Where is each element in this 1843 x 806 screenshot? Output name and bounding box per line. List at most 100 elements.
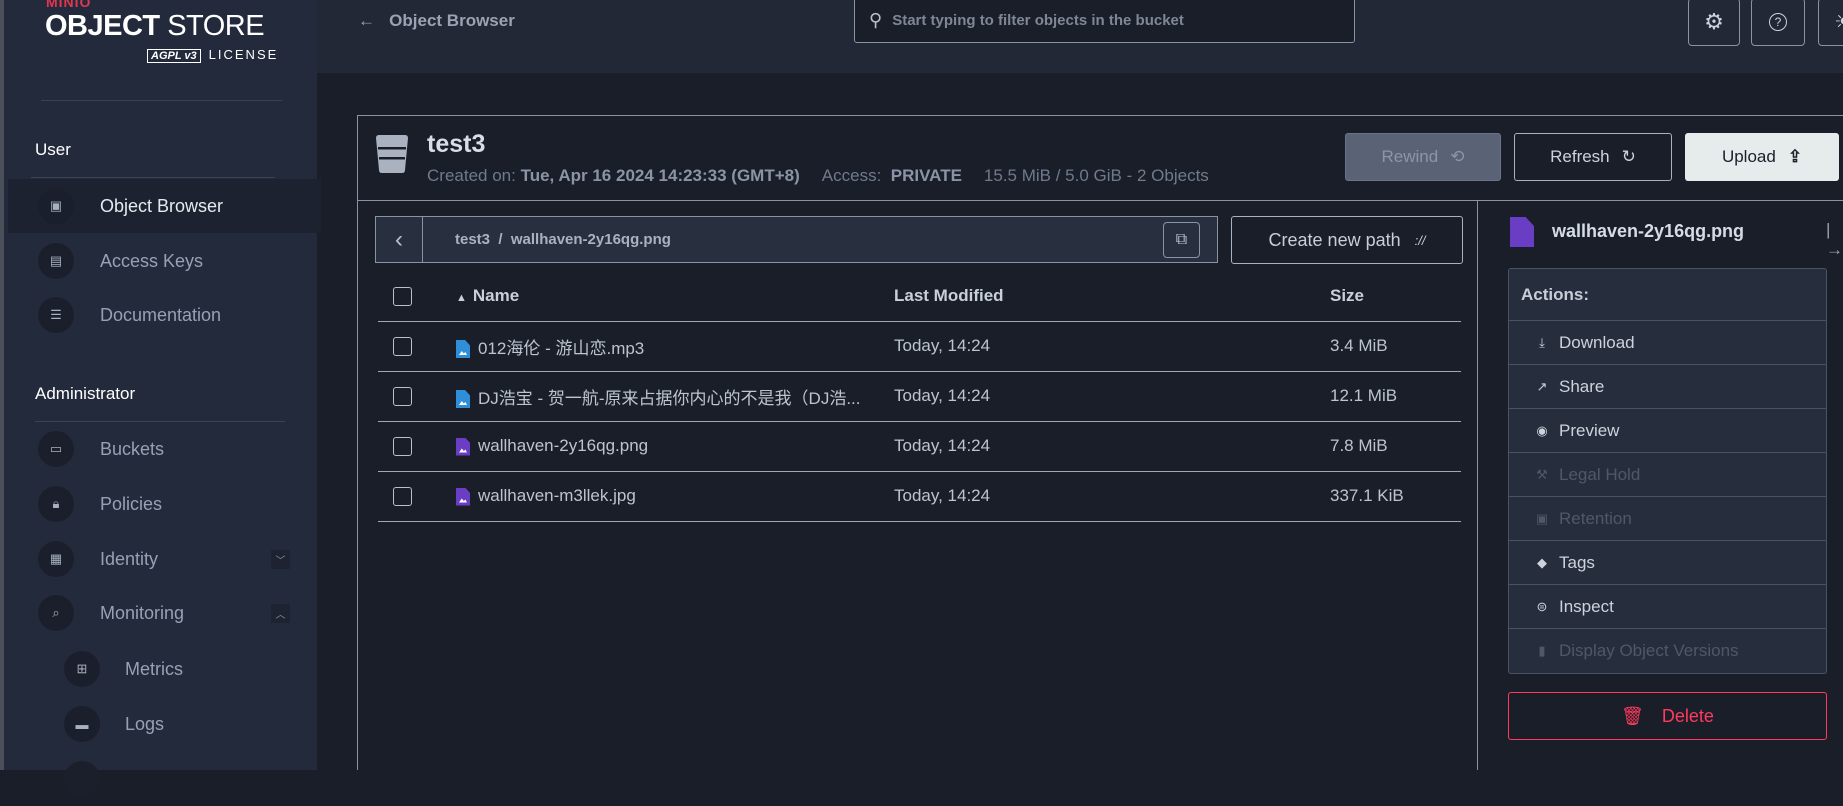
object-title: wallhaven-2y16qg.png (1552, 221, 1745, 241)
back-label: Object Browser (389, 11, 515, 30)
action-tags[interactable]: ◆ Tags (1509, 541, 1826, 585)
table-header: ▲ Name Last Modified Size (378, 272, 1461, 322)
help-icon: ? (1769, 13, 1787, 31)
row-checkbox[interactable] (393, 437, 412, 456)
trash-icon: 🗑︎ (1621, 705, 1644, 726)
sidebar: MINIO OBJECT STORE AGPL v3 LICENSE User ▣… (0, 0, 321, 797)
create-new-path-button[interactable]: Create new path:// (1231, 216, 1463, 264)
column-name[interactable]: ▲ Name (456, 272, 894, 322)
help-button[interactable]: ? (1751, 0, 1805, 46)
monitoring-icon: ⌕ (38, 595, 74, 631)
sidebar-item-label: Monitoring (100, 602, 185, 623)
row-checkbox[interactable] (393, 487, 412, 506)
delete-button[interactable]: 🗑︎ Delete (1508, 692, 1827, 740)
file-name: DJ浩宝 - 贺一航-原来占据你内心的不是我（DJ浩... (478, 388, 861, 408)
file-modified: Today, 14:24 (894, 421, 1330, 472)
agpl-badge: AGPL v3 (147, 49, 201, 63)
license-label: AGPL v3 LICENSE (147, 47, 278, 63)
audio-file-icon (456, 340, 470, 359)
sidebar-item-access-keys[interactable]: ▤ Access Keys (8, 234, 321, 288)
rewind-button[interactable]: Rewind ⟲ (1345, 133, 1501, 181)
refresh-button[interactable]: Refresh ↻ (1514, 133, 1672, 181)
action-display-object-versions: ▮ Display Object Versions (1509, 629, 1826, 673)
breadcrumb-back-button[interactable]: ‹ (376, 217, 423, 262)
objects-table: ▲ Name Last Modified Size 012海伦 - 游山恋.mp3… (378, 272, 1461, 522)
versions-icon: ▮ (1538, 643, 1546, 658)
bucket-name: test3 (427, 130, 486, 158)
table-row[interactable]: wallhaven-m3llek.jpg Today, 14:24 337.1 … (378, 471, 1461, 522)
upload-icon: ⇪ (1787, 147, 1803, 166)
policy-lock-icon: 🔒︎ (38, 486, 74, 522)
gavel-icon: ⚒ (1536, 466, 1548, 482)
file-modified: Today, 14:24 (894, 371, 1330, 422)
action-legal-hold: ⚒ Legal Hold (1509, 453, 1826, 497)
theme-toggle-button[interactable]: ☀ (1818, 0, 1843, 46)
file-modified: Today, 14:24 (894, 321, 1330, 372)
sidebar-item-partial[interactable] (8, 752, 321, 806)
sidebar-item-label: Identity (100, 548, 159, 569)
collapse-panel-icon[interactable]: |→ (1826, 220, 1843, 260)
back-link[interactable]: ← Object Browser (358, 11, 515, 31)
search-box[interactable]: ⚲ (854, 0, 1355, 43)
sidebar-item-documentation[interactable]: ☰ Documentation (8, 288, 321, 342)
arrow-left-icon: ← (358, 11, 375, 30)
bucket-icon (376, 135, 408, 173)
section-user: User (35, 140, 71, 159)
settings-button[interactable]: ⚙ (1688, 0, 1740, 46)
bucket-header-card: test3 Created on: Tue, Apr 16 2024 14:23… (357, 115, 1843, 201)
sidebar-item-buckets[interactable]: ▭ Buckets (8, 422, 321, 476)
image-file-icon (456, 437, 470, 456)
sort-asc-icon: ▲ (456, 292, 467, 305)
action-share[interactable]: ↗ Share (1509, 365, 1826, 409)
breadcrumb-path: test3 / wallhaven-2y16qg.png (455, 231, 671, 248)
file-size: 3.4 MiB (1330, 321, 1461, 372)
action-inspect[interactable]: ⊜ Inspect (1509, 585, 1826, 629)
column-last-modified[interactable]: Last Modified (894, 272, 1330, 322)
gear-icon: ⚙ (1704, 9, 1724, 34)
chevron-down-icon[interactable]: ﹀ (271, 549, 290, 569)
action-preview[interactable]: ◉ Preview (1509, 409, 1826, 453)
sidebar-item-label: Access Keys (100, 250, 204, 271)
sidebar-item-logs[interactable]: ▬ Logs (8, 697, 321, 751)
file-size: 12.1 MiB (1330, 371, 1461, 422)
sidebar-item-monitoring[interactable]: ⌕ Monitoring ︿ (8, 586, 321, 640)
sun-icon: ☀ (1834, 9, 1843, 35)
search-input[interactable] (892, 12, 1333, 29)
actions-menu: Actions: ⤓ Download ↗ Share ◉ Preview ⚒ Lega… (1508, 268, 1827, 674)
select-all-checkbox[interactable] (393, 287, 412, 307)
top-header: ← Object Browser ⚲ ⚙ ? ☀ (317, 0, 1843, 73)
copy-icon: ⧉ (1175, 230, 1188, 248)
row-checkbox[interactable] (393, 337, 412, 356)
upload-button[interactable]: Upload ⇪ (1685, 133, 1839, 181)
bucket-icon: ▭ (38, 431, 74, 467)
breadcrumb: ‹ test3 / wallhaven-2y16qg.png ⧉ (375, 216, 1218, 263)
sidebar-item-metrics[interactable]: ⊞ Metrics (8, 642, 321, 696)
sidebar-item-label: Documentation (100, 304, 222, 325)
chevron-up-icon[interactable]: ︿ (271, 603, 290, 623)
object-details-panel: wallhaven-2y16qg.png |→ Actions: ⤓ Downlo… (1478, 200, 1843, 770)
menu-icon (64, 761, 100, 797)
table-row[interactable]: 012海伦 - 游山恋.mp3 Today, 14:24 3.4 MiB (378, 321, 1461, 372)
calendar-icon: ▣ (1535, 510, 1549, 526)
chevron-left-icon: ‹ (395, 225, 403, 253)
file-modified: Today, 14:24 (894, 471, 1330, 522)
identity-icon: ▦ (38, 541, 74, 577)
sidebar-item-label: Metrics (125, 658, 183, 679)
column-size[interactable]: Size (1330, 272, 1461, 322)
row-checkbox[interactable] (393, 387, 412, 406)
sidebar-item-identity[interactable]: ▦ Identity ﹀ (8, 532, 321, 586)
table-row[interactable]: DJ浩宝 - 贺一航-原来占据你内心的不是我（DJ浩... Today, 14:… (378, 371, 1461, 422)
share-icon: ↗ (1536, 378, 1548, 394)
audio-file-icon (456, 390, 470, 409)
tag-icon: ◆ (1537, 554, 1547, 570)
action-download[interactable]: ⤓ Download (1509, 321, 1826, 365)
image-file-icon (456, 487, 470, 506)
sidebar-item-policies[interactable]: 🔒︎ Policies (8, 477, 321, 531)
refresh-icon: ↻ (1621, 147, 1636, 166)
sidebar-item-object-browser[interactable]: ▣ Object Browser (8, 179, 321, 233)
copy-path-button[interactable]: ⧉ (1163, 221, 1200, 258)
action-retention: ▣ Retention (1509, 497, 1826, 541)
sidebar-item-label: Object Browser (100, 195, 224, 216)
table-row[interactable]: wallhaven-2y16qg.png Today, 14:24 7.8 Mi… (378, 421, 1461, 472)
divider (41, 100, 282, 101)
